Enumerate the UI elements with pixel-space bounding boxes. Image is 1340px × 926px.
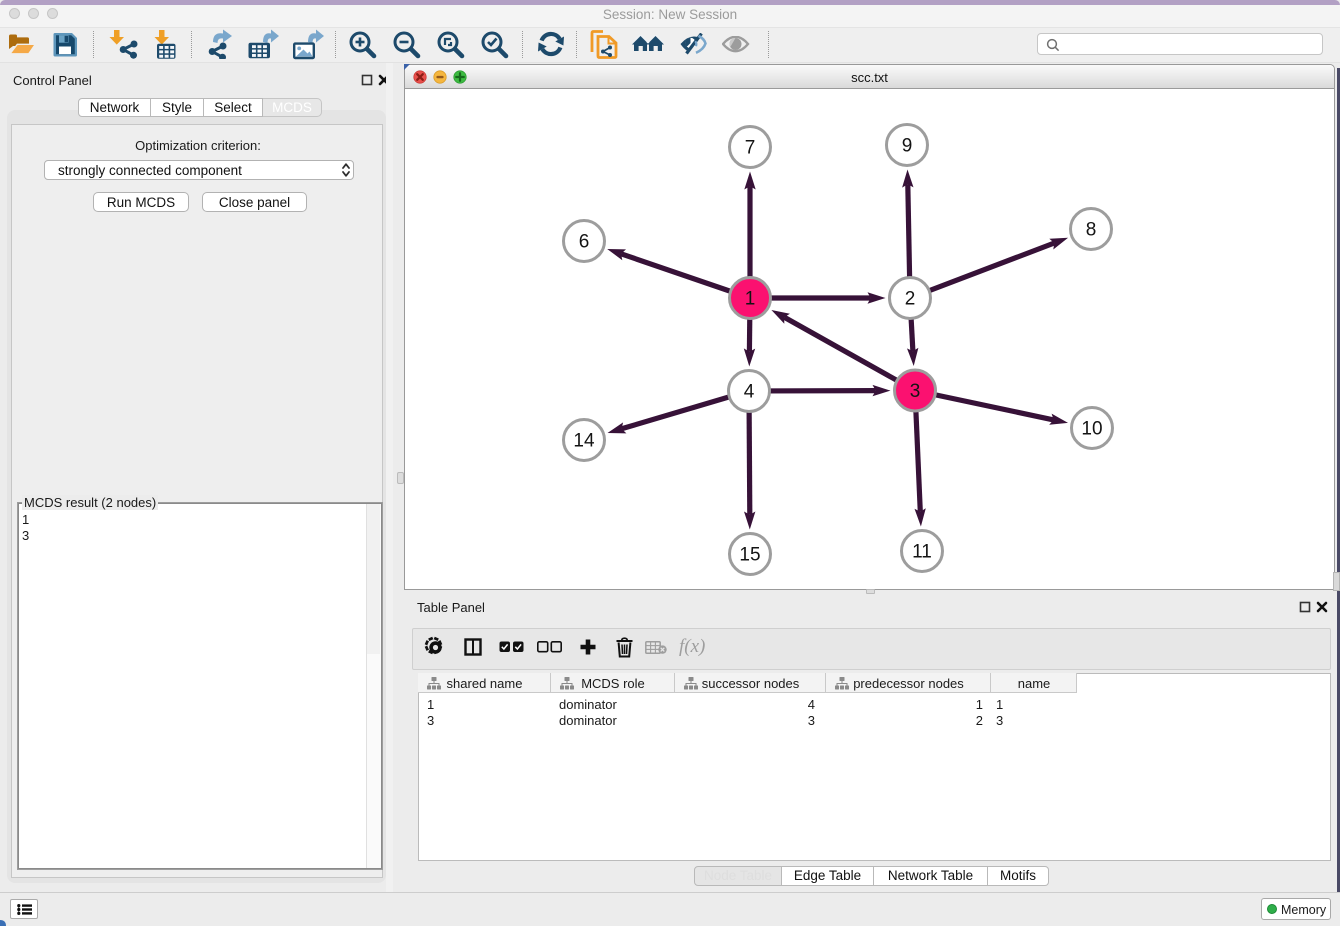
svg-text:4: 4	[744, 382, 755, 403]
svg-text:14: 14	[573, 431, 595, 452]
svg-text:10: 10	[1081, 419, 1102, 440]
svg-text:3: 3	[910, 381, 921, 402]
svg-text:1: 1	[745, 289, 756, 310]
svg-text:9: 9	[902, 136, 913, 157]
svg-text:7: 7	[745, 138, 756, 159]
svg-text:8: 8	[1086, 220, 1097, 241]
svg-text:6: 6	[579, 232, 590, 253]
svg-text:15: 15	[739, 545, 760, 566]
svg-text:11: 11	[912, 542, 932, 563]
svg-text:2: 2	[905, 289, 916, 310]
